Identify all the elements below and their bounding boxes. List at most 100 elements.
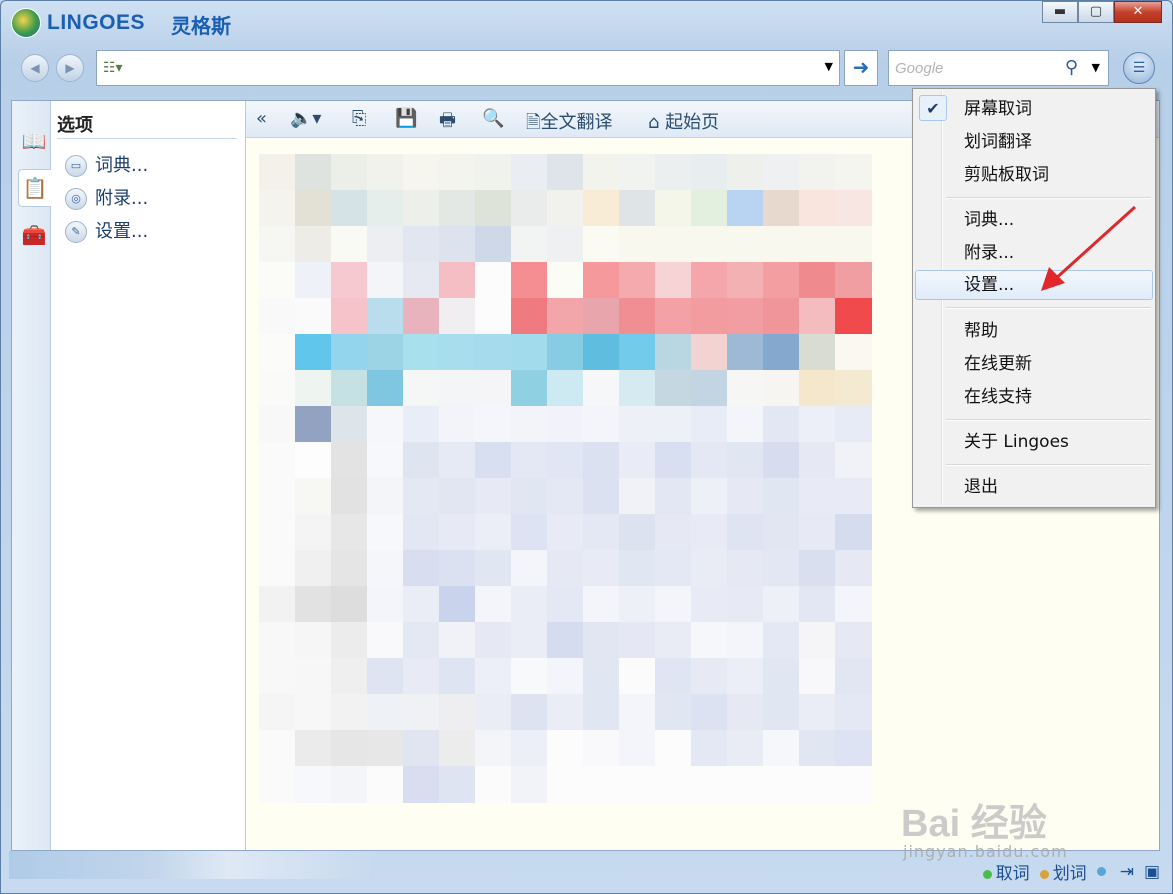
maximize-button[interactable]: ▢ [1078, 1, 1114, 23]
menu-item-about[interactable]: 关于 Lingoes [915, 427, 1153, 457]
full-translate-button[interactable]: 🗎全文翻译 [526, 108, 612, 140]
option-settings[interactable]: ✎ 设置... [65, 217, 148, 243]
menu-item-screen-capture[interactable]: ✔ 屏幕取词 [915, 94, 1153, 124]
mosaic-tile [835, 658, 872, 695]
dictionary-tab-icon[interactable]: 📖 [18, 123, 50, 159]
mosaic-tile [439, 442, 476, 479]
mosaic-tile [511, 190, 548, 227]
mosaic-tile [439, 154, 476, 191]
mosaic-tile [367, 694, 404, 731]
mosaic-tile [331, 586, 368, 623]
mosaic-tile [403, 370, 440, 407]
menu-item-online-update[interactable]: 在线更新 [915, 349, 1153, 379]
mosaic-tile [655, 550, 692, 587]
menu-separator [946, 307, 1151, 309]
mosaic-tile [547, 550, 584, 587]
mosaic-tile [727, 550, 764, 587]
mosaic-tile [259, 694, 296, 731]
mosaic-tile [763, 190, 800, 227]
mosaic-tile [439, 766, 476, 803]
main-menu-button[interactable]: ☰ [1123, 52, 1155, 84]
mosaic-tile [763, 622, 800, 659]
search-icon[interactable]: ⚲ [1065, 57, 1078, 78]
status-dot-icon[interactable] [1096, 862, 1110, 882]
mosaic-tile [655, 694, 692, 731]
menu-item-select-translate[interactable]: 划词翻译 [915, 127, 1153, 157]
mosaic-tile [259, 262, 296, 299]
home-button[interactable]: ⌂ 起始页 [648, 108, 719, 134]
mosaic-tile [331, 298, 368, 335]
minimize-button[interactable]: ▬ [1042, 1, 1078, 23]
search-input[interactable]: Google ⚲ ▼ [888, 50, 1109, 86]
lingoes-window: LINGOES 灵格斯 ▬ ▢ ✕ ◀ ▶ ☷▾ ▼ ➜ Google ⚲ ▼ … [0, 0, 1173, 894]
mosaic-tile [583, 730, 620, 767]
mosaic-tile [511, 442, 548, 479]
collapse-button[interactable]: « [256, 108, 267, 129]
mosaic-tile [367, 226, 404, 263]
menu-item-exit[interactable]: 退出 [915, 472, 1153, 502]
options-tab-icon[interactable]: 📋 [18, 169, 51, 207]
mosaic-tile [655, 298, 692, 335]
mosaic-tile [511, 694, 548, 731]
mosaic-tile [835, 514, 872, 551]
speaker-icon[interactable]: 🔈▾ [290, 108, 321, 129]
mosaic-tile [331, 262, 368, 299]
menu-item-clipboard-capture[interactable]: 剪贴板取词 [915, 160, 1153, 190]
forward-button[interactable]: ▶ [56, 54, 84, 82]
main-dropdown-menu: ✔ 屏幕取词 划词翻译 剪贴板取词 词典... 附录... 设置... 帮助 在… [912, 88, 1156, 508]
close-button[interactable]: ✕ [1114, 1, 1162, 23]
mosaic-tile [619, 334, 656, 371]
print-icon[interactable]: 🖶 [439, 108, 456, 138]
mosaic-tile [799, 262, 836, 299]
mosaic-tile [403, 586, 440, 623]
lookup-input[interactable]: ☷▾ ▼ [96, 50, 840, 86]
list-icon[interactable]: ☷▾ [103, 60, 123, 76]
appendix-tab-icon[interactable]: 🧰 [18, 217, 50, 253]
mosaic-tile [727, 586, 764, 623]
mosaic-tile [691, 658, 728, 695]
option-appendix[interactable]: ◎ 附录... [65, 184, 148, 210]
mosaic-tile [583, 658, 620, 695]
options-title: 选项 [57, 115, 93, 136]
mosaic-tile [763, 226, 800, 263]
mini-window-icon[interactable]: ▣ [1144, 862, 1160, 882]
mosaic-tile [331, 226, 368, 263]
back-button[interactable]: ◀ [21, 54, 49, 82]
save-icon[interactable]: 💾 [395, 108, 417, 129]
mosaic-tile [799, 766, 836, 803]
menu-item-help[interactable]: 帮助 [915, 316, 1153, 346]
title-bar[interactable]: LINGOES 灵格斯 ▬ ▢ ✕ [1, 1, 1172, 43]
mosaic-tile [475, 406, 512, 443]
select-translate-toggle[interactable]: 划词 [1039, 859, 1087, 884]
search-dropdown-icon[interactable]: ▼ [1092, 61, 1100, 74]
pin-icon[interactable]: ⇥ [1120, 862, 1134, 882]
mosaic-tile [295, 586, 332, 623]
mosaic-tile [331, 514, 368, 551]
find-icon[interactable]: 🔍 [482, 108, 504, 129]
mosaic-tile [619, 622, 656, 659]
mosaic-tile [259, 550, 296, 587]
menu-item-online-support[interactable]: 在线支持 [915, 382, 1153, 412]
copy-icon[interactable]: ⎘ [352, 108, 366, 129]
mosaic-tile [547, 370, 584, 407]
mosaic-tile [295, 406, 332, 443]
mosaic-tile [511, 226, 548, 263]
mosaic-tile [295, 370, 332, 407]
mosaic-tile [331, 766, 368, 803]
mosaic-tile [583, 154, 620, 191]
mosaic-tile [763, 298, 800, 335]
mosaic-tile [763, 478, 800, 515]
mosaic-tile [439, 406, 476, 443]
chevron-down-icon[interactable]: ▼ [825, 60, 833, 73]
mosaic-tile [259, 658, 296, 695]
option-dictionary[interactable]: ▭ 词典... [65, 151, 148, 177]
menu-separator [946, 197, 1151, 199]
mosaic-tile [547, 442, 584, 479]
mosaic-tile [403, 334, 440, 371]
capture-toggle[interactable]: 取词 [982, 859, 1030, 884]
mosaic-tile [403, 730, 440, 767]
mosaic-tile [367, 406, 404, 443]
go-button[interactable]: ➜ [844, 50, 878, 86]
app-brand-cn: 灵格斯 [171, 14, 231, 38]
mosaic-tile [295, 622, 332, 659]
